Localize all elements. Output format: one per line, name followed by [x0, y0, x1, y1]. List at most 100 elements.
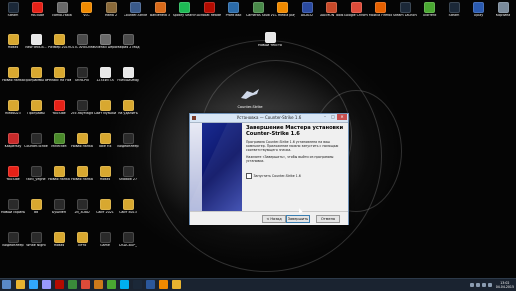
desktop-icon[interactable]: Shadow 27: [116, 166, 140, 182]
desktop-icon[interactable]: Программы отложенные: [24, 67, 48, 83]
start-button[interactable]: [2, 280, 11, 289]
desktop-icon[interactable]: Sniehail Depo: [93, 34, 117, 50]
desktop-icon[interactable]: tactl_yegne: [24, 166, 48, 182]
desktop-icon[interactable]: filed6023: [1, 100, 25, 116]
acrobat-icon[interactable]: [55, 280, 64, 289]
desktop-icon-label: New text-d...: [25, 46, 47, 49]
desktop-icon[interactable]: YouTube: [47, 100, 71, 116]
desktop-icon[interactable]: ProfitTask: [222, 2, 246, 18]
desktop-icon[interactable]: Новая: [1, 34, 25, 50]
finish-button[interactable]: Завершить: [286, 215, 310, 223]
desktop-icon-label: Видеоплеер: [117, 145, 139, 148]
desktop-icon[interactable]: DSDCBUP_: [116, 232, 140, 248]
desktop-icon[interactable]: Новый текстовый: [258, 32, 282, 48]
desktop-icon[interactable]: 1234WTTA: [93, 67, 117, 83]
desktop-icon[interactable]: DAEMON Tools Lite: [320, 2, 344, 18]
desktop-icon[interactable]: Новый скриншот: [1, 199, 25, 215]
desktop-icon[interactable]: combi-rasta: [50, 2, 74, 18]
desktop-icon[interactable]: Ultra-Pix: [70, 67, 94, 83]
launch-checkbox-label: Запустить Counter-Strike 1.6: [253, 173, 301, 178]
desktop-icon[interactable]: Battlefield 3: [148, 2, 172, 18]
maximize-button[interactable]: □: [329, 114, 337, 120]
desktop-icon[interactable]: Steam: [1, 2, 25, 18]
tray-arrow-icon[interactable]: [469, 283, 474, 287]
desktop-icon[interactable]: Видеоплеер: [1, 232, 25, 248]
desktop-icon[interactable]: Корзина: [491, 2, 515, 18]
desktop-icon[interactable]: Google Chrome: [344, 2, 368, 18]
desktop-icon[interactable]: Новая: [93, 166, 117, 182]
desktop-icon[interactable]: Spotify Search: [173, 2, 197, 18]
media-icon[interactable]: [68, 280, 77, 289]
desktop-icon[interactable]: YouTube: [1, 166, 25, 182]
steam-icon[interactable]: [133, 280, 142, 289]
utorrent-icon[interactable]: [107, 280, 116, 289]
desktop-icon[interactable]: Steam Launcher: [393, 2, 417, 18]
desktop-icon[interactable]: Видеоплеер: [116, 133, 140, 149]
desktop-icon[interactable]: Acrobat Reader 5.0: [197, 2, 221, 18]
desktop-icon[interactable]: AIDA32: [295, 2, 319, 18]
desktop-icon[interactable]: Новая папка: [70, 133, 94, 149]
desktop-icon-image: [264, 32, 276, 43]
desktop-icon[interactable]: Новая папка: [1, 67, 25, 83]
app-icon: [192, 115, 196, 120]
desktop-icon[interactable]: Take Fix: [93, 133, 117, 149]
desktop-icon[interactable]: Mozilla Firefox: [369, 2, 393, 18]
desktop-icon[interactable]: VLC media player: [271, 2, 295, 18]
desktop-icon[interactable]: Програмы: [24, 100, 48, 116]
cancel-button[interactable]: Отмена: [316, 215, 340, 223]
desktop-icon[interactable]: YouTube: [26, 2, 50, 18]
desktop-icon[interactable]: CSTL AntiCheat: [70, 34, 94, 50]
desktop-icon-label: H4M4Dl0ebg: [117, 79, 139, 82]
desktop-icon[interactable]: Cameras Studio 8: [246, 2, 270, 18]
cs-icon[interactable]: [94, 280, 103, 289]
desktop-icon[interactable]: Новая: [47, 232, 71, 248]
desktop-icon-image: [99, 133, 111, 144]
desktop-icon[interactable]: dd: [24, 199, 48, 215]
back-button[interactable]: < Назад: [262, 215, 286, 223]
vlc-icon[interactable]: [159, 280, 168, 289]
folder-icon[interactable]: [172, 280, 181, 289]
photoshop-icon[interactable]: [29, 280, 38, 289]
desktop-icon[interactable]: Новая папка: [70, 166, 94, 182]
desktop-icon[interactable]: Бушмен: [47, 199, 71, 215]
desktop-icon[interactable]: Steam: [442, 2, 466, 18]
desktop-icon[interactable]: H4M4Dl0ebg: [116, 67, 140, 83]
word-icon[interactable]: [146, 280, 155, 289]
close-button[interactable]: ✕: [337, 114, 347, 120]
installer-titlebar[interactable]: Установка — Counter-Strike 1.6 – □ ✕: [190, 114, 348, 123]
desktop-icon[interactable]: White Night: [24, 232, 48, 248]
desktop-icon[interactable]: Размер 2019: [47, 34, 71, 50]
desktop-icon[interactable]: Мафия 2 Мод: [116, 34, 140, 50]
volume-icon[interactable]: [481, 283, 486, 287]
desktop-icon[interactable]: Kaspersky: [1, 133, 25, 149]
chrome-icon[interactable]: [81, 280, 90, 289]
desktop-icon[interactable]: Новая папка: [47, 166, 71, 182]
desktop-icon[interactable]: Лето: [70, 232, 94, 248]
desktop-icon[interactable]: на удалить: [116, 100, 140, 116]
desktop-icon[interactable]: Сайт 2021: [93, 199, 117, 215]
desktop-icon[interactable]: Релакс на Новые: [47, 67, 71, 83]
desktop-icon[interactable]: Mafia 2: [99, 2, 123, 18]
desktop-icon[interactable]: Uplay: [467, 2, 491, 18]
desktop-icon[interactable]: Minecraft: [47, 133, 71, 149]
desktop-icon[interactable]: Сайт 8013: [116, 199, 140, 215]
minimize-button[interactable]: –: [321, 114, 329, 120]
launch-checkbox-row[interactable]: Запустить Counter-Strike 1.6: [246, 173, 344, 179]
network-icon[interactable]: [475, 283, 480, 287]
desktop-icon[interactable]: Game: [93, 232, 117, 248]
desktop-icon[interactable]: Counter-Strike: [24, 133, 48, 149]
clock[interactable]: 13:02 04.04.2015: [496, 281, 514, 289]
desktop-icon-image: [99, 100, 111, 111]
skype-icon[interactable]: [120, 280, 129, 289]
desktop-icon[interactable]: 2cc.RayMagit: [70, 100, 94, 116]
explorer-icon[interactable]: [16, 280, 25, 289]
desktop-icon[interactable]: uTorrent: [418, 2, 442, 18]
desktop-icon[interactable]: 2d_3D8D: [70, 199, 94, 215]
desktop-icon[interactable]: Counter-Strike Global Offe...: [124, 2, 148, 18]
desktop-icon[interactable]: Сайт музыки: [93, 100, 117, 116]
launch-checkbox[interactable]: [246, 173, 252, 179]
language-icon[interactable]: [487, 283, 492, 287]
desktop-icon[interactable]: VLC: [75, 2, 99, 18]
premiere-icon[interactable]: [42, 280, 51, 289]
desktop-icon[interactable]: New text-d...: [24, 34, 48, 50]
